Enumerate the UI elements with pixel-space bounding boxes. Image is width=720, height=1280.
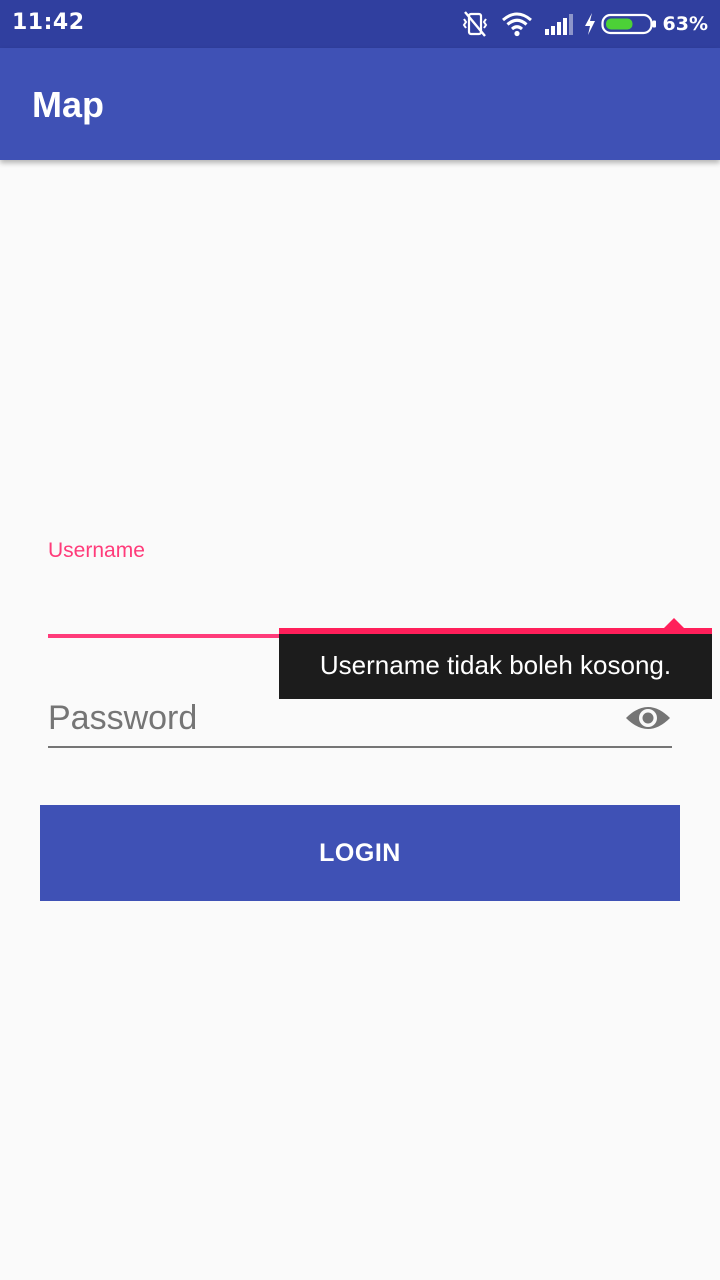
- wifi-icon: [501, 11, 533, 37]
- status-icons: 63%: [459, 8, 708, 40]
- login-button[interactable]: LOGIN: [40, 805, 680, 901]
- app-title: Map: [32, 84, 104, 125]
- status-bar: 11:42 63%: [0, 0, 720, 48]
- app-bar: Map: [0, 48, 720, 160]
- password-input[interactable]: [48, 692, 608, 744]
- username-label: Username: [48, 539, 145, 562]
- error-popup-arrow: [664, 618, 684, 628]
- username-input[interactable]: [48, 574, 672, 630]
- signal-icon: [543, 11, 575, 37]
- battery-percent: 63%: [662, 13, 708, 35]
- charging-icon: [583, 12, 597, 36]
- status-time: 11:42: [12, 10, 85, 35]
- password-visibility-toggle[interactable]: [624, 698, 672, 738]
- username-error-popup: Username tidak boleh kosong.: [279, 628, 712, 699]
- battery-icon: [600, 12, 657, 36]
- vibrate-off-icon: [459, 10, 491, 38]
- password-underline: [48, 746, 672, 748]
- eye-icon: [624, 707, 672, 742]
- username-error-text: Username tidak boleh kosong.: [319, 650, 672, 680]
